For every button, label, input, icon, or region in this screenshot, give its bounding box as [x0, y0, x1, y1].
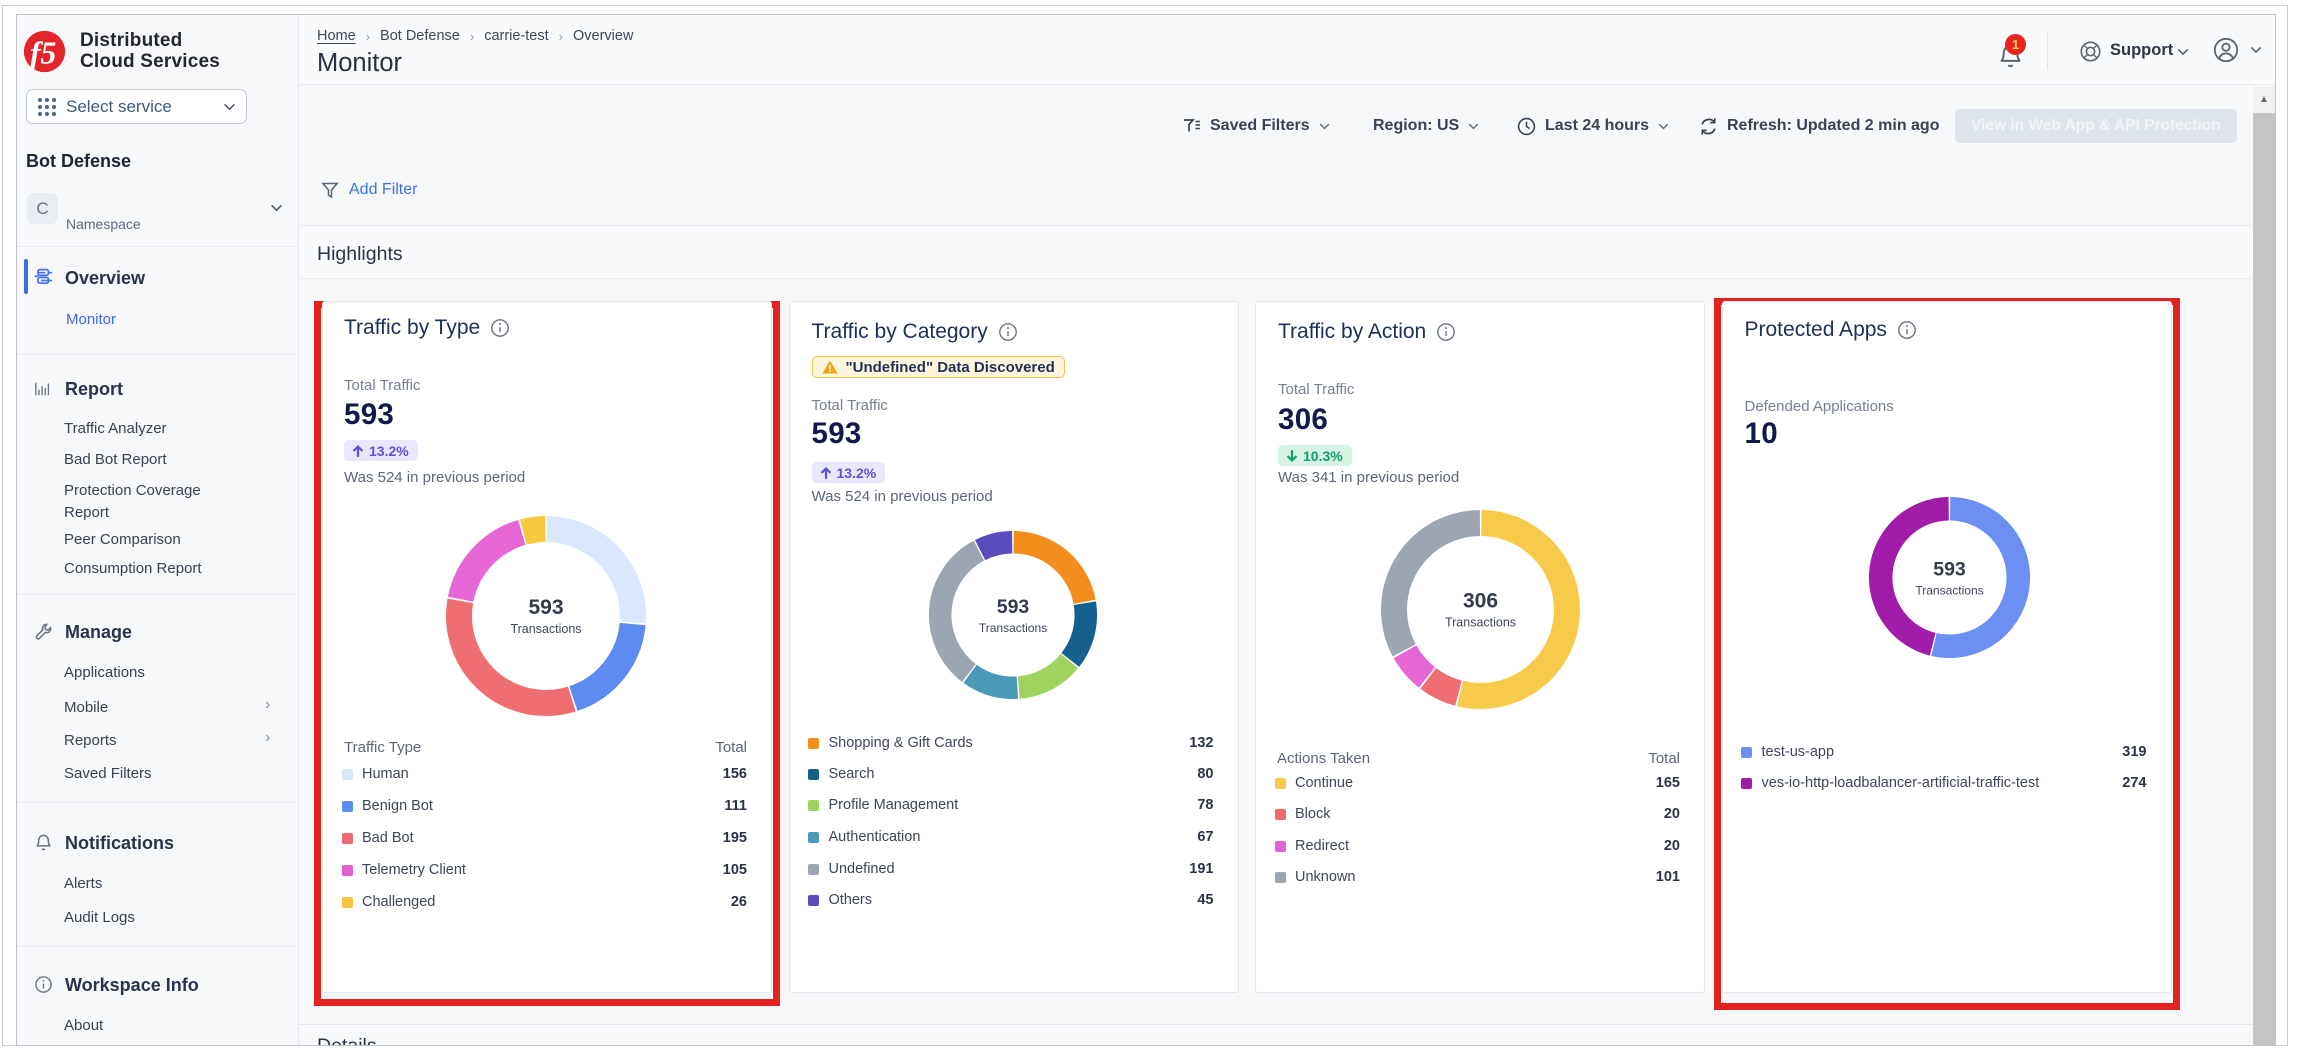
svg-text:Transactions: Transactions: [510, 622, 581, 636]
svg-text:593: 593: [528, 596, 563, 619]
svg-text:Transactions: Transactions: [1445, 616, 1516, 630]
svg-text:Transactions: Transactions: [978, 621, 1046, 635]
svg-text:593: 593: [996, 596, 1029, 618]
svg-text:593: 593: [1933, 558, 1966, 580]
svg-text:306: 306: [1463, 590, 1498, 613]
svg-text:f5: f5: [30, 36, 57, 71]
svg-text:Transactions: Transactions: [1915, 583, 1983, 597]
